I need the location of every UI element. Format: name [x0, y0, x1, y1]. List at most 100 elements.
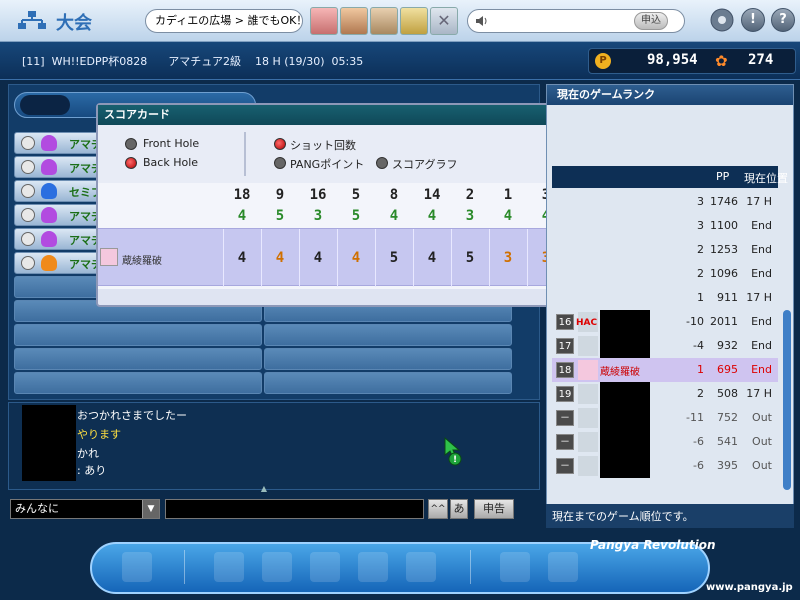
dock-icon-6[interactable] — [500, 552, 530, 582]
shot-count-radio[interactable] — [274, 138, 286, 150]
dock-icon-1[interactable] — [214, 552, 244, 582]
rank-score: 1 — [697, 363, 704, 376]
emote-button[interactable]: ^^ — [428, 499, 448, 519]
rank-score: 3 — [697, 195, 704, 208]
slot-button[interactable] — [21, 136, 35, 150]
redacted-names — [22, 405, 76, 481]
rank-position: End — [751, 243, 772, 256]
column-divider — [527, 229, 528, 287]
close-icon[interactable]: ✕ — [430, 7, 458, 35]
empty-slot[interactable] — [264, 324, 512, 346]
dock-icon-2[interactable] — [262, 552, 292, 582]
hole-number: 18 — [233, 187, 251, 203]
rank-number: 16 — [556, 314, 574, 330]
hole-score: 5 — [465, 250, 475, 266]
rank-row[interactable]: 3 1100 End — [552, 214, 778, 238]
pang-point-label[interactable]: PANGポイント — [290, 156, 364, 172]
speaker-icon[interactable] — [475, 14, 489, 28]
character-avatar-2[interactable] — [340, 7, 368, 35]
exit-door-icon[interactable] — [122, 552, 152, 582]
column-divider — [375, 229, 376, 287]
rank-score: 2 — [697, 387, 704, 400]
bell-icon[interactable] — [400, 7, 428, 35]
ime-button[interactable]: あ — [450, 499, 468, 519]
dock-icon-5[interactable] — [406, 552, 436, 582]
rank-position: 17 H — [746, 291, 772, 304]
slot-button[interactable] — [21, 256, 35, 270]
dock-icon-7[interactable] — [548, 552, 578, 582]
rank-pp: 695 — [717, 363, 738, 376]
slot-button[interactable] — [21, 160, 35, 174]
slot-button[interactable] — [21, 232, 35, 246]
back-hole-label[interactable]: Back Hole — [143, 156, 198, 169]
score-graph-radio[interactable] — [376, 157, 388, 169]
rank-pp: 2011 — [710, 315, 738, 328]
rank-avatar — [578, 384, 598, 404]
column-divider — [261, 229, 262, 287]
rank-pp: 1253 — [710, 243, 738, 256]
hole-number: 1 — [503, 187, 513, 203]
character-avatar-3[interactable] — [370, 7, 398, 35]
par-value: 4 — [503, 208, 513, 224]
pang-point-radio[interactable] — [274, 157, 286, 169]
redacted-name — [600, 430, 650, 454]
front-hole-label[interactable]: Front Hole — [143, 137, 199, 150]
slot-button[interactable] — [21, 208, 35, 222]
character-avatar-1[interactable] — [310, 7, 338, 35]
dock-divider — [470, 550, 471, 584]
front-hole-radio[interactable] — [125, 138, 137, 150]
hole-score: 4 — [427, 250, 437, 266]
empty-slot[interactable] — [264, 348, 512, 370]
dock-icon-4[interactable] — [358, 552, 388, 582]
hole-number: 9 — [275, 187, 285, 203]
rank-row[interactable]: 19 2 508 17 H — [552, 382, 778, 406]
rank-avatar — [578, 360, 598, 380]
column-divider — [451, 229, 452, 287]
rank-row[interactable]: 1 911 17 H — [552, 286, 778, 310]
chevron-down-icon[interactable]: ▼ — [142, 500, 159, 518]
slot-button[interactable] — [21, 184, 35, 198]
score-graph-label[interactable]: スコアグラフ — [392, 156, 457, 172]
rank-row[interactable]: 2 1096 End — [552, 262, 778, 286]
rank-row[interactable]: － -6 541 Out — [552, 430, 778, 454]
rank-avatar — [578, 408, 598, 428]
dock-icon-3[interactable] — [310, 552, 340, 582]
rank-row[interactable]: 18 蔵綾羅破 1 695 End — [552, 358, 778, 382]
chat-channel-select[interactable]: みんなに — [10, 499, 160, 519]
purple-heart-icon — [41, 231, 57, 247]
chat-message: やります — [77, 428, 121, 441]
back-hole-radio[interactable] — [125, 157, 137, 169]
apply-button[interactable]: 申込 — [634, 12, 668, 30]
empty-slot[interactable] — [264, 372, 512, 394]
position-column-header: 現在位置 — [744, 172, 788, 185]
empty-slot[interactable] — [14, 348, 262, 370]
help-icon[interactable]: ? — [771, 8, 795, 32]
chat-resize-handle[interactable]: ▲ — [256, 485, 272, 493]
shot-count-label[interactable]: ショット回数 — [290, 137, 356, 153]
chat-message: : あり — [77, 464, 107, 477]
rank-pp: 508 — [717, 387, 738, 400]
rank-number: － — [556, 410, 574, 426]
chat-input[interactable] — [165, 499, 424, 519]
rank-row[interactable]: － -6 395 Out — [552, 454, 778, 478]
rank-number: 18 — [556, 362, 574, 378]
rank-score: -10 — [686, 315, 704, 328]
pp-column-header: PP — [716, 170, 730, 183]
par-value: 4 — [389, 208, 399, 224]
report-button[interactable]: 申告 — [474, 499, 514, 519]
rank-position: 17 H — [746, 195, 772, 208]
blue-heart-icon — [41, 183, 57, 199]
rank-row[interactable]: 17 -4 932 End — [552, 334, 778, 358]
rank-row[interactable]: － -11 752 Out — [552, 406, 778, 430]
empty-slot[interactable] — [14, 372, 262, 394]
settings-icon[interactable] — [709, 7, 735, 33]
empty-slot[interactable] — [14, 324, 262, 346]
rank-row[interactable]: 16 HAC -10 2011 End — [552, 310, 778, 334]
column-divider — [337, 229, 338, 287]
rank-row[interactable]: 2 1253 End — [552, 238, 778, 262]
rank-row[interactable]: 3 1746 17 H — [552, 190, 778, 214]
pangya-logo: Pangya Revolution — [590, 538, 716, 552]
alert-icon[interactable]: ! — [741, 8, 765, 32]
rank-scrollbar[interactable] — [783, 310, 791, 490]
rank-avatar — [578, 336, 598, 356]
